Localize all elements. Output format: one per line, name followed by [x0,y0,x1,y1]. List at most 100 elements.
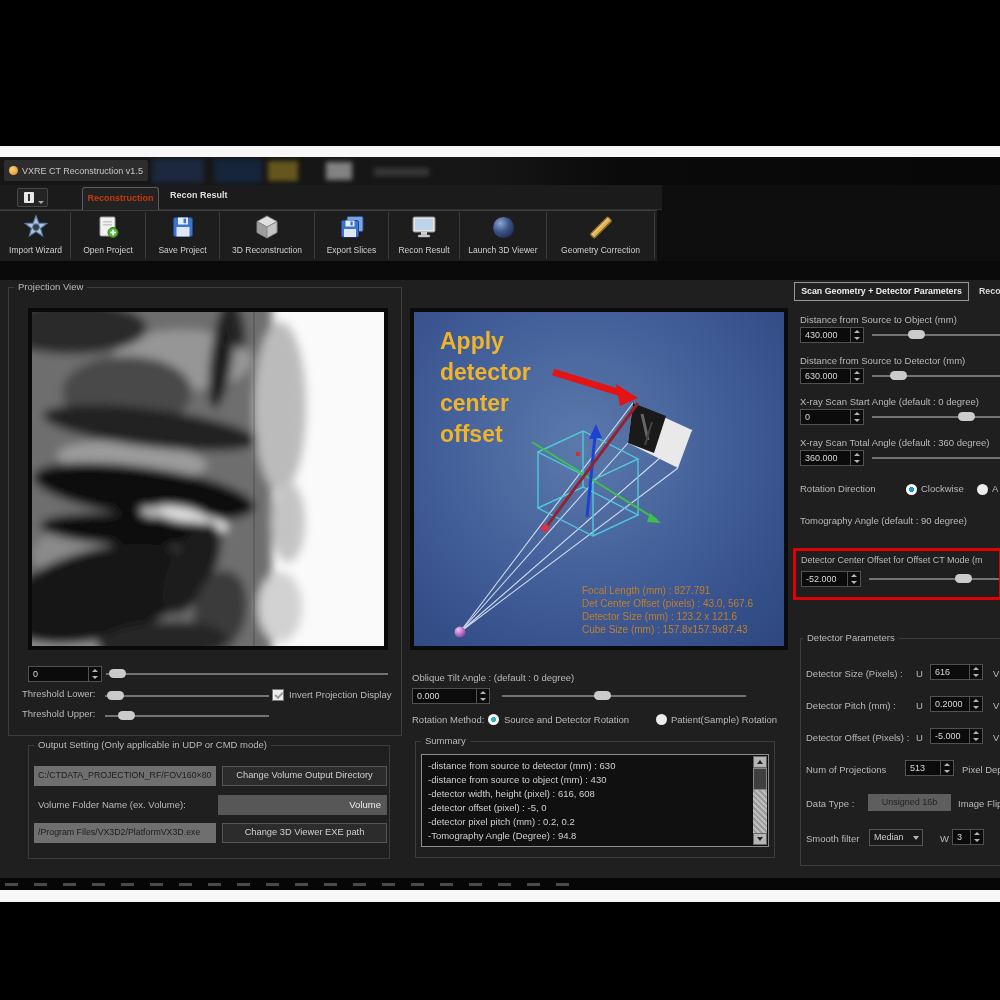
w-spinner[interactable]: 3 [952,829,984,845]
geometry-correction-button[interactable]: Geometry Correction [547,212,654,259]
source-detector-rotation-radio[interactable] [488,714,499,725]
volume-output-directory-field[interactable]: C:/CTDATA_PROJECTION_RF/FOV160×80 [34,766,216,786]
threshold-lower-slider[interactable] [105,691,269,701]
recon-result-button[interactable]: Recon Result [389,212,459,259]
data-type-value[interactable]: Unsigned 16b [868,794,951,811]
change-3d-viewer-exe-button[interactable]: Change 3D Viewer EXE path [222,823,387,843]
slider-thumb[interactable] [890,371,907,380]
scrollbar-thumb[interactable] [753,768,767,790]
oblique-tilt-spinner[interactable]: 0.000 [412,688,490,704]
frame-slider[interactable] [106,669,388,679]
invert-projection-checkbox[interactable] [272,689,284,701]
cube-icon [254,215,280,239]
detector-pitch-label: Detector Pitch (mm) : [806,700,896,711]
scroll-up-button[interactable] [753,756,767,768]
frame-index-spinner[interactable]: 0 [28,666,102,682]
smooth-filter-dropdown[interactable]: Median [869,829,923,846]
image-flip-label: Image Flip : N [958,798,1000,809]
detector-pitch-u-spinner[interactable]: 0.2000 [930,696,983,712]
dist-source-detector-spinner[interactable]: 630.000 [800,368,864,384]
summary-scrollbar[interactable] [753,756,767,845]
xray-projection-viewport[interactable] [28,308,388,650]
dist-source-object-slider[interactable] [872,330,1000,340]
slider-thumb[interactable] [908,330,925,339]
tab-scan-geometry[interactable]: Scan Geometry + Detector Parameters [794,282,969,301]
dist-source-detector-slider[interactable] [872,371,1000,381]
tab-reconstruction[interactable]: Reconstruction [82,187,159,210]
scan-start-angle-slider[interactable] [872,412,1000,422]
spinner-arrows[interactable] [970,830,983,844]
volume-folder-name-input[interactable]: Volume [218,795,387,815]
viewer-exe-path-field[interactable]: /Program Files/VX3D2/PlatformVX3D.exe [34,823,216,843]
source-detector-rotation-label: Source and Detector Rotation [504,714,629,725]
focal-length-info: Focal Length (mm) : 827.791 [582,585,710,596]
slider-thumb[interactable] [118,711,135,720]
3d-geometry-viewport[interactable]: Apply detector center offset Focal Lengt… [410,308,788,650]
spinner-arrows[interactable] [850,369,863,383]
window-title-chip[interactable]: VXRE CT Reconstruction v1.5 [4,160,148,181]
spinner-arrows[interactable] [88,667,101,681]
oblique-tilt-slider[interactable] [502,691,746,701]
slider-thumb[interactable] [109,669,126,678]
anticlockwise-label: A [992,483,998,494]
chevron-down-icon [38,201,44,204]
rotation-method-label: Rotation Method: [412,714,484,725]
oblique-tilt-label: Oblique Tilt Angle : (default : 0 degree… [412,672,574,683]
spinner-arrows[interactable] [969,697,982,711]
launch-3d-viewer-button[interactable]: Launch 3D Viewer [460,212,546,259]
toolbar-separator [654,212,655,259]
scroll-down-button[interactable] [753,833,767,845]
scan-total-angle-slider[interactable] [872,453,1000,463]
detector-center-offset-slider[interactable] [869,574,999,584]
save-project-button[interactable]: Save Project [146,212,219,259]
slider-thumb[interactable] [107,691,124,700]
scan-start-angle-spinner[interactable]: 0 [800,409,864,425]
detector-size-label: Detector Size (Pixels) : [806,668,903,679]
spinner-arrows[interactable] [850,328,863,342]
open-document-icon [95,215,121,239]
wizard-star-icon [23,215,49,239]
scan-total-angle-spinner[interactable]: 360.000 [800,450,864,466]
dist-source-object-spinner[interactable]: 430.000 [800,327,864,343]
letterbox-top-white [0,146,1000,157]
clockwise-label: Clockwise [921,483,964,494]
summary-listbox[interactable]: -distance from source to detector (mm) :… [421,754,769,847]
import-wizard-button[interactable]: Import Wizard [1,212,70,259]
tab-recon[interactable]: Recon R [979,286,1000,296]
w-label: W [940,833,949,844]
clockwise-radio[interactable] [906,484,917,495]
detector-offset-u-spinner[interactable]: -5.000 [930,728,983,744]
sphere-icon [490,215,516,239]
threshold-upper-slider[interactable] [105,711,269,721]
scan-start-angle-label: X-ray Scan Start Angle (default : 0 degr… [800,396,979,407]
spinner-arrows[interactable] [969,729,982,743]
patient-rotation-radio[interactable] [656,714,667,725]
annotation-arrow [553,372,621,393]
detector-parameters-title: Detector Parameters [803,632,899,643]
detector-center-offset-spinner[interactable]: -52.000 [801,571,861,587]
spinner-arrows[interactable] [847,572,860,586]
spinner-arrows[interactable] [969,665,982,679]
tab-recon-result[interactable]: Recon Result [170,190,228,200]
data-type-label: Data Type : [806,798,854,809]
spinner-arrows[interactable] [940,761,953,775]
anticlockwise-radio[interactable] [977,484,988,495]
quick-access-button[interactable] [17,188,48,207]
change-volume-output-directory-button[interactable]: Change Volume Output Directory [222,766,387,786]
spinner-arrows[interactable] [476,689,489,703]
detector-size-u-spinner[interactable]: 616 [930,664,983,680]
open-project-button[interactable]: Open Project [71,212,145,259]
export-slices-button[interactable]: Export Slices [315,212,388,259]
axis-v-label: V [993,668,999,679]
3d-reconstruction-button[interactable]: 3D Reconstruction [220,212,314,259]
floppy-disk-icon [170,215,196,239]
background-window-blob [152,159,204,183]
slider-thumb[interactable] [955,574,972,583]
spinner-arrows[interactable] [850,451,863,465]
slider-thumb[interactable] [594,691,611,700]
background-window-blob [326,162,352,180]
slider-thumb[interactable] [958,412,975,421]
spinner-arrows[interactable] [850,410,863,424]
pixel-depth-label: Pixel Depth ( [962,764,1000,775]
num-projections-spinner[interactable]: 513 [905,760,954,776]
